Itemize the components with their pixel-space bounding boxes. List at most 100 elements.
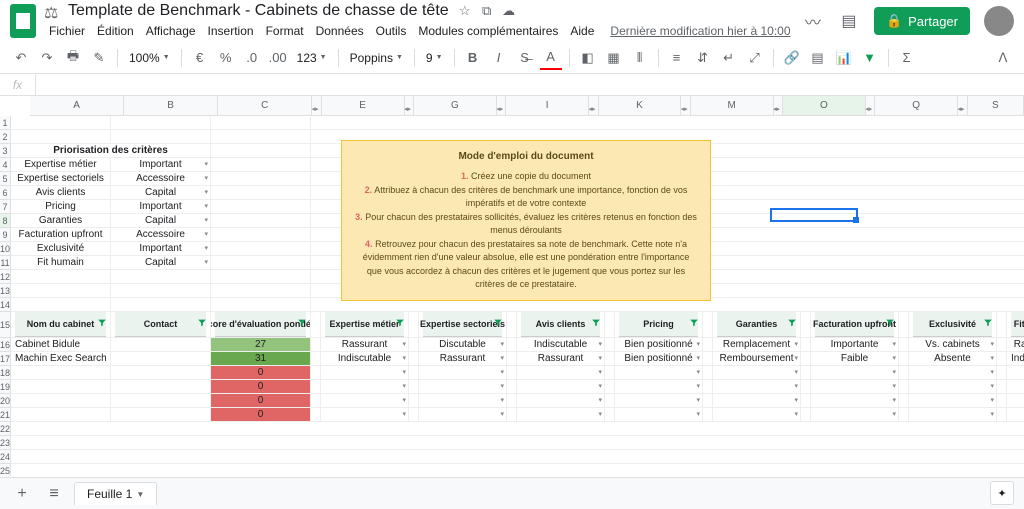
cell-contact[interactable]	[111, 394, 211, 407]
row-header-12[interactable]: 12	[0, 270, 10, 284]
print-icon[interactable]: 🖶	[62, 46, 84, 70]
header-es[interactable]: Expertise sectoriels	[419, 312, 507, 337]
row-header-21[interactable]: 21	[0, 408, 10, 422]
cell-fact[interactable]: Importante▾	[811, 338, 899, 351]
prio-val[interactable]: Important▾	[111, 158, 211, 171]
col-header-B[interactable]: B	[124, 96, 218, 115]
header-em[interactable]: Expertise métier	[321, 312, 409, 337]
halign-icon[interactable]: ≡	[666, 46, 688, 70]
cell-avis[interactable]: ▾	[517, 408, 605, 421]
row-header-15[interactable]: 15	[0, 312, 10, 338]
prio-val[interactable]: Capital▾	[111, 256, 211, 269]
cell[interactable]	[211, 270, 311, 283]
col-header-L[interactable]: ◂▸	[681, 96, 690, 115]
share-button[interactable]: 🔒Partager	[874, 7, 970, 35]
merge-icon[interactable]: ⫴	[629, 46, 651, 70]
cell[interactable]	[211, 200, 311, 213]
comment-icon[interactable]: ▤	[838, 10, 860, 32]
sheet-tab-1[interactable]: Feuille 1▼	[74, 482, 157, 505]
cell[interactable]	[111, 284, 211, 297]
col-header-J[interactable]: ◂▸	[589, 96, 598, 115]
menu-edition[interactable]: Édition	[92, 22, 139, 40]
row-header-18[interactable]: 18	[0, 366, 10, 380]
col-header-I[interactable]: I	[506, 96, 589, 115]
menu-insertion[interactable]: Insertion	[203, 22, 259, 40]
row-header-14[interactable]: 14	[0, 298, 10, 312]
explore-button[interactable]: ✦	[990, 481, 1014, 505]
avatar[interactable]	[984, 6, 1014, 36]
cell-es[interactable]: ▾	[419, 380, 507, 393]
cell-pricing[interactable]: ▾	[615, 366, 703, 379]
borders-icon[interactable]: ▦	[603, 46, 625, 70]
cell-fit[interactable]: ▾	[1007, 408, 1024, 421]
cell-excl[interactable]: ▾	[909, 366, 997, 379]
cell-garanties[interactable]: Remplacement▾	[713, 338, 801, 351]
cell-contact[interactable]	[111, 338, 211, 351]
header-fit[interactable]: Fit humain	[1007, 312, 1024, 337]
cell-avis[interactable]: Rassurant▾	[517, 352, 605, 365]
header-excl[interactable]: Exclusivité	[909, 312, 997, 337]
prio-val[interactable]: Important▾	[111, 242, 211, 255]
cell-garanties[interactable]: Remboursement▾	[713, 352, 801, 365]
cell-avis[interactable]: Indiscutable▾	[517, 338, 605, 351]
cell-excl[interactable]: Absente▾	[909, 352, 997, 365]
header-score[interactable]: Score d'évaluation pondéré	[211, 312, 311, 337]
cell-fit[interactable]: ▾	[1007, 394, 1024, 407]
col-header-F[interactable]: ◂▸	[405, 96, 414, 115]
cell-fit[interactable]: Rassurant▾	[1007, 338, 1024, 351]
row-header-2[interactable]: 2	[0, 130, 10, 144]
cell[interactable]	[11, 284, 111, 297]
italic-icon[interactable]: I	[488, 46, 510, 70]
chart-icon[interactable]: 📊	[833, 46, 855, 70]
col-header-N[interactable]: ◂▸	[774, 96, 783, 115]
col-header-R[interactable]: ◂▸	[958, 96, 967, 115]
col-header-P[interactable]: ◂▸	[866, 96, 875, 115]
col-header-D[interactable]: ◂▸	[312, 96, 321, 115]
header-pricing[interactable]: Pricing	[615, 312, 703, 337]
header-nom[interactable]: Nom du cabinet	[11, 312, 111, 337]
cell[interactable]	[211, 144, 311, 157]
rotate-icon[interactable]: ⤢	[744, 46, 766, 70]
number-format[interactable]: 123	[293, 51, 331, 65]
cell-nom[interactable]	[11, 366, 111, 379]
cell-fact[interactable]: ▾	[811, 394, 899, 407]
cell-garanties[interactable]: ▾	[713, 366, 801, 379]
col-header-A[interactable]: A	[30, 96, 124, 115]
folder-icon[interactable]: ⧉	[479, 3, 495, 19]
cell-pricing[interactable]: ▾	[615, 408, 703, 421]
menu-modules[interactable]: Modules complémentaires	[413, 22, 563, 40]
row-header-22[interactable]: 22	[0, 422, 10, 436]
activity-icon[interactable]: 〰	[802, 10, 824, 32]
menu-outils[interactable]: Outils	[371, 22, 412, 40]
cell-pricing[interactable]: Bien positionné▾	[615, 352, 703, 365]
cell[interactable]	[11, 270, 111, 283]
menu-aide[interactable]: Aide	[565, 22, 599, 40]
cell-em[interactable]: ▾	[321, 408, 409, 421]
cell-nom[interactable]	[11, 380, 111, 393]
menu-affichage[interactable]: Affichage	[141, 22, 201, 40]
cell[interactable]	[211, 172, 311, 185]
cell-fact[interactable]: ▾	[811, 408, 899, 421]
prio-val[interactable]: Important▾	[111, 200, 211, 213]
add-sheet-button[interactable]: +	[10, 482, 34, 506]
header-fact[interactable]: Facturation upfront	[811, 312, 899, 337]
wrap-icon[interactable]: ↵	[718, 46, 740, 70]
cell-nom[interactable]: Machin Exec Search	[11, 352, 111, 365]
row-header-5[interactable]: 5	[0, 172, 10, 186]
row-header-6[interactable]: 6	[0, 186, 10, 200]
cell-excl[interactable]: ▾	[909, 408, 997, 421]
col-header-H[interactable]: ◂▸	[497, 96, 506, 115]
menu-format[interactable]: Format	[261, 22, 309, 40]
header-garanties[interactable]: Garanties	[713, 312, 801, 337]
cell-nom[interactable]	[11, 408, 111, 421]
bold-icon[interactable]: B	[462, 46, 484, 70]
cell-es[interactable]: ▾	[419, 408, 507, 421]
col-header-S[interactable]: S	[968, 96, 1024, 115]
col-header-M[interactable]: M	[691, 96, 774, 115]
row-header-1[interactable]: 1	[0, 116, 10, 130]
col-header-K[interactable]: K	[599, 96, 682, 115]
functions-icon[interactable]: Σ	[896, 46, 918, 70]
row-header-8[interactable]: 8	[0, 214, 10, 228]
cell-contact[interactable]	[111, 352, 211, 365]
star-icon[interactable]: ☆	[457, 3, 473, 19]
